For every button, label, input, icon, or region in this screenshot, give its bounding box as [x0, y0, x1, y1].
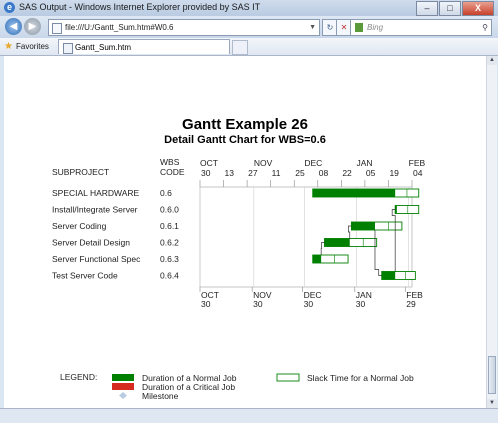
top-axis-day-label: 27	[248, 168, 258, 178]
title-bar: e SAS Output - Windows Internet Explorer…	[0, 0, 498, 16]
milestone-diamond-icon	[119, 392, 127, 399]
top-axis-day-label: 05	[366, 168, 376, 178]
task-name: Server Detail Design	[52, 238, 130, 248]
maximize-button[interactable]: □	[439, 1, 461, 16]
top-axis-month-label: NOV	[254, 158, 273, 168]
ie-icon: e	[4, 2, 15, 13]
top-axis-day-label: 04	[413, 168, 423, 178]
top-axis-day-label: 11	[272, 168, 281, 178]
slack-bar	[394, 205, 420, 214]
url-text: file:///U:/Gantt_Sum.htm#W0.6	[65, 23, 174, 32]
task-wbs-code: 0.6.3	[160, 254, 179, 264]
legend-label: LEGEND:	[60, 372, 97, 382]
top-axis-day-label: 19	[389, 168, 399, 178]
page-icon	[63, 43, 73, 54]
url-field[interactable]: file:///U:/Gantt_Sum.htm#W0.6 ▼	[48, 19, 320, 36]
tab-gantt-sum[interactable]: Gantt_Sum.htm	[58, 39, 230, 54]
legend-swatch	[276, 373, 300, 382]
duration-bar	[351, 222, 375, 230]
search-icon[interactable]: ⚲	[482, 20, 488, 35]
duration-bar	[395, 205, 397, 214]
url-dropdown-icon[interactable]: ▼	[309, 20, 316, 35]
bottom-axis-day-label: 29	[406, 299, 416, 309]
page-icon	[52, 23, 62, 34]
legend-swatch	[112, 374, 134, 381]
task-name: SPECIAL HARDWARE	[52, 188, 140, 198]
search-input[interactable]: Bing ⚲	[350, 19, 492, 36]
search-placeholder: Bing	[367, 23, 384, 32]
duration-bar	[312, 255, 322, 263]
new-tab-button[interactable]	[232, 40, 248, 55]
address-bar: ◀ ▶ file:///U:/Gantt_Sum.htm#W0.6 ▼ ↻ ✕ …	[0, 16, 498, 38]
gantt-chart: OCT NOV DEC JAN FEB30 13 27 11 25 08 22 05 19 04OCT30…	[52, 158, 426, 401]
top-axis-month-label: FEB	[409, 158, 426, 168]
legend-swatch	[112, 383, 134, 390]
task-wbs-code: 0.6.2	[160, 238, 179, 248]
bottom-axis-day-label: 30	[201, 299, 211, 309]
legend-item-text: Milestone	[142, 391, 179, 401]
task-name: Server Functional Spec	[52, 254, 141, 264]
favorites-bar: ★ Favorites Gantt_Sum.htm	[0, 38, 498, 56]
bottom-axis-day-label: 30	[253, 299, 263, 309]
top-axis-month-label: OCT	[200, 158, 218, 168]
top-axis-day-label: 30	[201, 168, 211, 178]
forward-button[interactable]: ▶	[24, 18, 41, 35]
close-button[interactable]: X	[462, 1, 494, 16]
duration-bar	[324, 238, 350, 247]
top-axis-day-label: 13	[225, 168, 235, 178]
top-axis-day-label: 22	[342, 168, 352, 178]
top-axis-day-label: 08	[319, 168, 329, 178]
scroll-thumb[interactable]	[488, 356, 496, 394]
vertical-scrollbar[interactable]: ▲ ▼	[486, 56, 497, 408]
window-title: SAS Output - Windows Internet Explorer p…	[19, 2, 261, 12]
task-wbs-code: 0.6.0	[160, 205, 179, 215]
bottom-axis-day-label: 30	[356, 299, 366, 309]
star-icon: ★	[4, 41, 13, 52]
task-name: Install/Integrate Server	[52, 205, 138, 215]
status-bar	[0, 408, 498, 423]
task-wbs-code: 0.6.4	[160, 271, 179, 281]
legend-item-text: Slack Time for a Normal Job	[307, 373, 414, 383]
bing-logo-icon	[355, 23, 363, 32]
top-axis-month-label: JAN	[356, 158, 372, 168]
chart-frame	[199, 186, 413, 288]
page-content: Gantt Example 26 Detail Gantt Chart for …	[4, 56, 486, 408]
window-controls: – □ X	[415, 1, 494, 16]
scroll-down-icon[interactable]: ▼	[487, 399, 497, 408]
favorites-label: Favorites	[16, 42, 49, 51]
duration-bar	[312, 189, 396, 197]
top-axis-month-label: DEC	[304, 158, 322, 168]
tab-title: Gantt_Sum.htm	[75, 43, 132, 52]
back-button[interactable]: ◀	[5, 18, 22, 35]
task-wbs-code: 0.6.1	[160, 221, 179, 231]
task-wbs-code: 0.6	[160, 188, 172, 198]
minimize-button[interactable]: –	[416, 1, 438, 16]
task-name: Server Coding	[52, 221, 107, 231]
scroll-up-icon[interactable]: ▲	[487, 56, 497, 65]
duration-bar	[381, 271, 396, 280]
task-name: Test Server Code	[52, 271, 118, 281]
top-axis-day-label: 25	[295, 168, 305, 178]
bottom-axis-day-label: 30	[304, 299, 314, 309]
favorites-button[interactable]: ★ Favorites	[4, 40, 49, 53]
